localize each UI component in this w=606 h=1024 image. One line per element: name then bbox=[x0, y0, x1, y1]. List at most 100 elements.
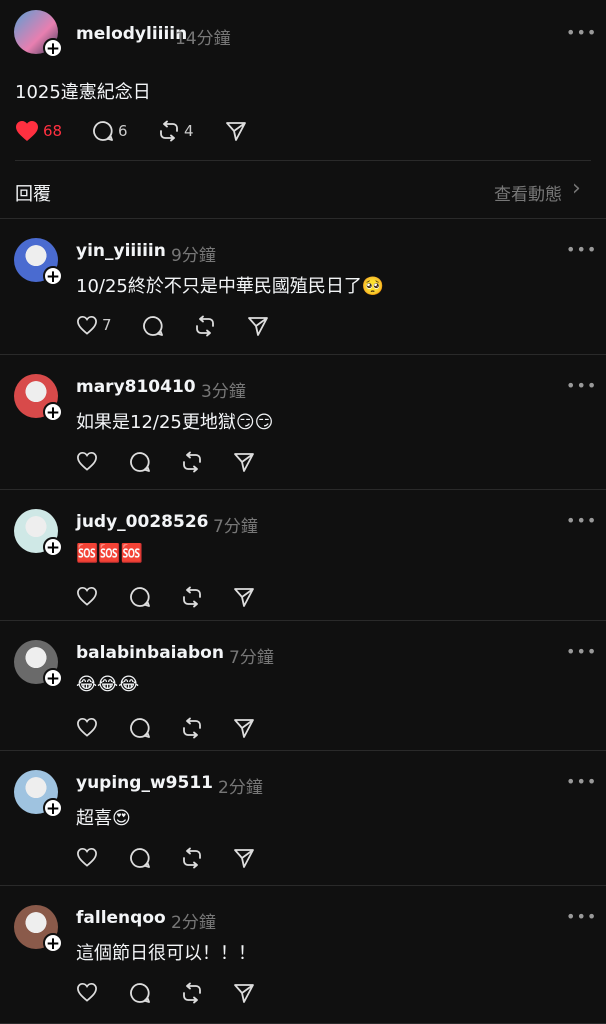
reply-username[interactable]: yuping_w9511 bbox=[76, 773, 213, 793]
reply-username[interactable]: balabinbaiabon bbox=[76, 643, 224, 663]
reply-text: 🆘🆘🆘 bbox=[76, 543, 144, 564]
like-count: 7 bbox=[102, 316, 112, 334]
repost-icon bbox=[183, 847, 201, 869]
post-username[interactable]: melodyliiiin bbox=[76, 24, 187, 44]
reply-item: + judy_0028526 ••• 🆘🆘🆘 7分鐘 bbox=[0, 491, 606, 621]
reply-time: 2分鐘 bbox=[171, 913, 216, 933]
share-button[interactable] bbox=[225, 120, 247, 142]
follow-plus-icon[interactable]: + bbox=[43, 537, 63, 558]
more-options-icon[interactable]: ••• bbox=[566, 642, 597, 661]
follow-plus-icon[interactable]: + bbox=[43, 402, 63, 423]
replies-header: 回覆 查看動態 › bbox=[0, 162, 606, 218]
comment-icon bbox=[130, 718, 150, 738]
like-button[interactable]: 68 bbox=[15, 120, 62, 142]
divider bbox=[0, 218, 606, 219]
like-button[interactable] bbox=[76, 717, 98, 737]
reply-text: 超喜😍 bbox=[76, 808, 131, 829]
follow-plus-icon[interactable]: + bbox=[43, 266, 63, 287]
share-button[interactable] bbox=[233, 451, 255, 473]
more-options-icon[interactable]: ••• bbox=[566, 907, 597, 926]
comment-icon bbox=[143, 316, 163, 336]
reply-time: 7分鐘 bbox=[229, 648, 274, 668]
comment-icon bbox=[93, 121, 113, 141]
divider bbox=[0, 354, 606, 355]
comment-button[interactable] bbox=[129, 586, 151, 608]
repost-button[interactable] bbox=[194, 315, 216, 337]
repost-button[interactable] bbox=[181, 982, 203, 1004]
comment-button[interactable] bbox=[142, 315, 164, 337]
like-count: 68 bbox=[43, 122, 63, 140]
repost-button[interactable] bbox=[181, 847, 203, 869]
chevron-right-icon[interactable]: › bbox=[572, 176, 581, 201]
more-options-icon[interactable]: ••• bbox=[566, 511, 597, 530]
follow-plus-icon[interactable]: + bbox=[43, 668, 63, 689]
more-options-icon[interactable]: ••• bbox=[566, 240, 597, 259]
heart-icon bbox=[77, 717, 97, 737]
share-button[interactable] bbox=[233, 717, 255, 739]
like-button[interactable] bbox=[76, 451, 98, 471]
divider bbox=[0, 885, 606, 886]
reply-text: 這個節日很可以！！！ bbox=[76, 943, 256, 964]
reply-item: + mary810410 ••• 如果是12/25更地獄😏😏 3分鐘 bbox=[0, 356, 606, 490]
comment-button[interactable] bbox=[129, 451, 151, 473]
share-button[interactable] bbox=[233, 847, 255, 869]
repost-button[interactable]: 4 bbox=[158, 120, 194, 142]
more-options-icon[interactable]: ••• bbox=[566, 772, 597, 791]
like-button[interactable] bbox=[76, 586, 98, 606]
send-icon bbox=[234, 719, 254, 738]
comment-button[interactable] bbox=[129, 717, 151, 739]
view-activity-link[interactable]: 查看動態 bbox=[494, 180, 562, 205]
repost-icon bbox=[183, 982, 201, 1004]
repost-icon bbox=[160, 120, 178, 142]
heart-filled-icon bbox=[16, 121, 38, 141]
like-button[interactable] bbox=[76, 847, 98, 867]
reply-item: + yin_yiiiiin ••• 10/25終於不只是中華民國殖民日了🥺 7 9分鐘 bbox=[0, 220, 606, 355]
reply-username[interactable]: mary810410 bbox=[76, 377, 196, 397]
repost-icon bbox=[183, 586, 201, 608]
repost-icon bbox=[183, 451, 201, 473]
follow-plus-icon[interactable]: + bbox=[43, 798, 63, 819]
follow-plus-icon[interactable]: + bbox=[43, 933, 63, 954]
comment-icon bbox=[130, 452, 150, 472]
reply-time: 7分鐘 bbox=[213, 517, 258, 537]
repost-icon bbox=[183, 717, 201, 739]
reply-username[interactable]: fallenqoo bbox=[76, 908, 166, 928]
repost-button[interactable] bbox=[181, 586, 203, 608]
comment-button[interactable] bbox=[129, 982, 151, 1004]
reply-username[interactable]: judy_0028526 bbox=[76, 512, 208, 532]
reply-text: 10/25終於不只是中華民國殖民日了🥺 bbox=[76, 276, 385, 297]
post-text: 1025違憲紀念日 bbox=[15, 82, 151, 103]
like-button[interactable]: 7 bbox=[76, 315, 112, 335]
more-options-icon[interactable]: ••• bbox=[566, 23, 597, 42]
comment-count: 6 bbox=[118, 122, 128, 140]
send-icon bbox=[226, 122, 246, 141]
comment-button[interactable]: 6 bbox=[92, 120, 128, 142]
like-button[interactable] bbox=[76, 982, 98, 1002]
reply-text: 如果是12/25更地獄😏😏 bbox=[76, 412, 274, 433]
divider bbox=[0, 489, 606, 490]
post-time: 14分鐘 bbox=[175, 29, 231, 49]
heart-icon bbox=[77, 586, 97, 606]
send-icon bbox=[234, 453, 254, 472]
heart-icon bbox=[77, 982, 97, 1002]
more-options-icon[interactable]: ••• bbox=[566, 376, 597, 395]
comment-icon bbox=[130, 587, 150, 607]
repost-count: 4 bbox=[184, 122, 194, 140]
share-button[interactable] bbox=[233, 982, 255, 1004]
repost-icon bbox=[196, 315, 214, 337]
send-icon bbox=[234, 984, 254, 1003]
repost-button[interactable] bbox=[181, 717, 203, 739]
share-button[interactable] bbox=[247, 315, 269, 337]
replies-title: 回覆 bbox=[15, 184, 51, 205]
comment-button[interactable] bbox=[129, 847, 151, 869]
repost-button[interactable] bbox=[181, 451, 203, 473]
divider bbox=[0, 750, 606, 751]
follow-plus-icon[interactable]: + bbox=[43, 38, 63, 59]
reply-time: 2分鐘 bbox=[218, 778, 263, 798]
reply-username[interactable]: yin_yiiiiin bbox=[76, 241, 166, 261]
send-icon bbox=[234, 849, 254, 868]
divider bbox=[0, 620, 606, 621]
comment-icon bbox=[130, 983, 150, 1003]
reply-text: 😂😂😂 bbox=[76, 674, 140, 695]
share-button[interactable] bbox=[233, 586, 255, 608]
